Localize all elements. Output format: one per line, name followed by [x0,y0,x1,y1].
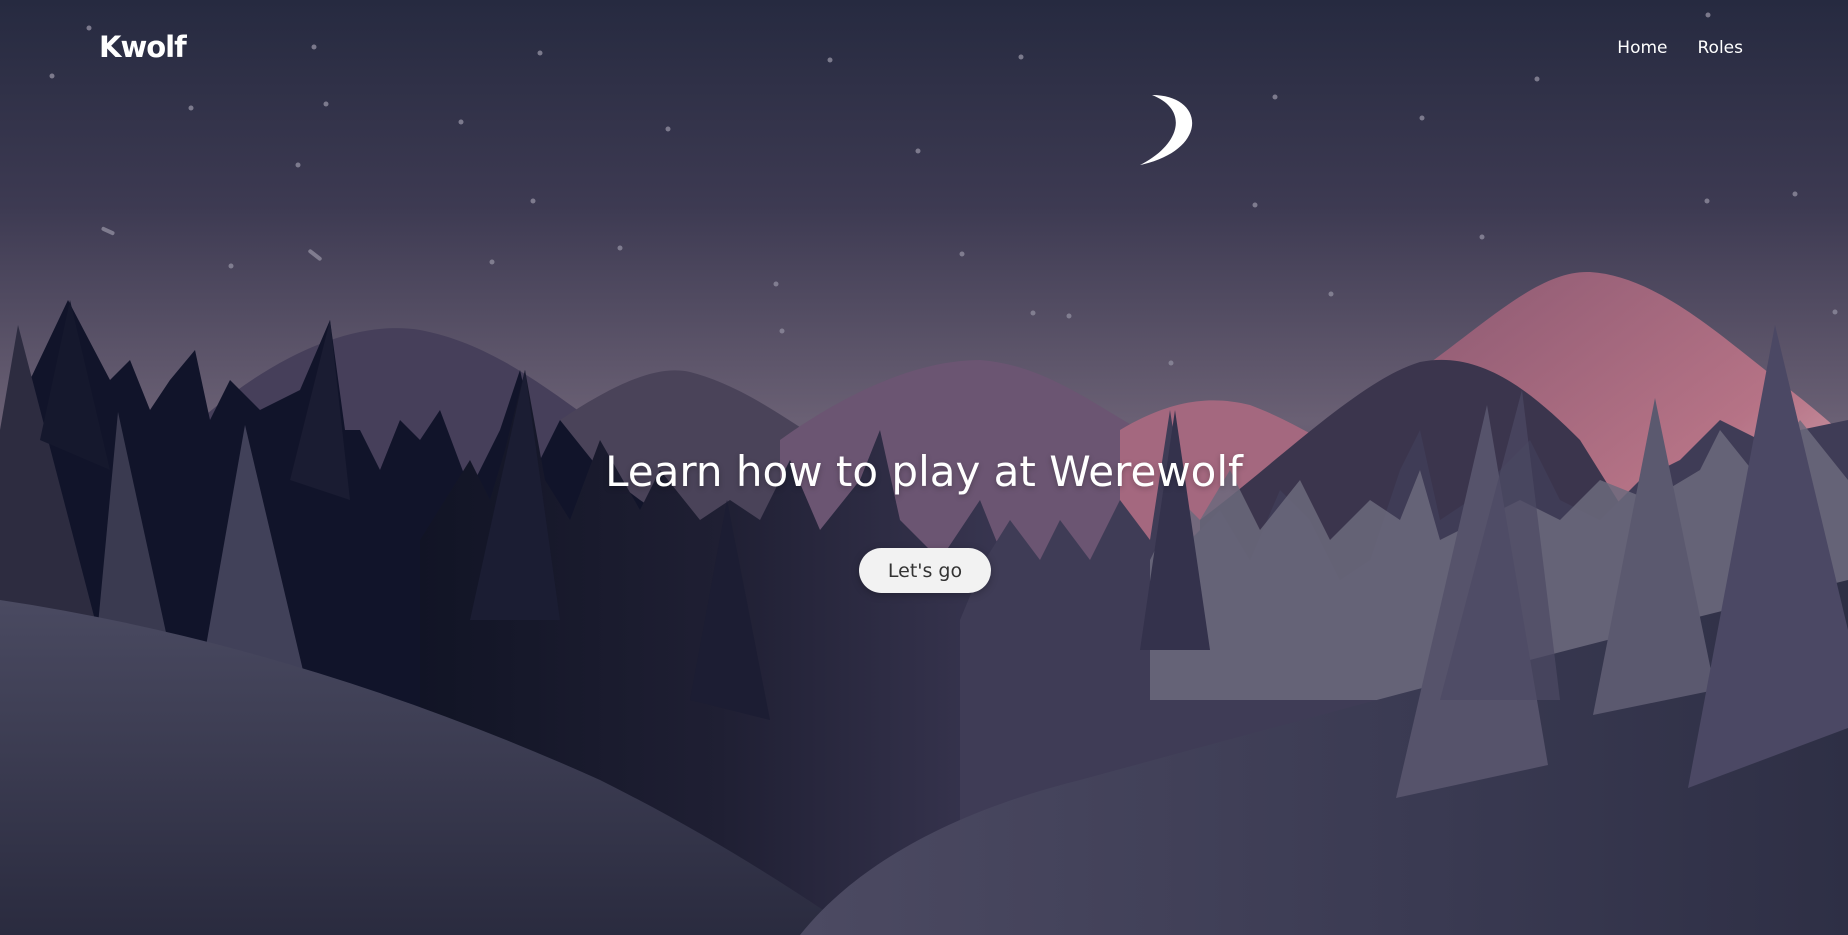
top-navigation: Kwolf Home Roles [0,0,1848,100]
nav-roles-link[interactable]: Roles [1698,38,1744,58]
site-logo[interactable]: Kwolf [99,30,187,64]
nav-home-link[interactable]: Home [1617,38,1667,58]
lets-go-button[interactable]: Let's go [859,548,991,593]
nav-menu: Home Roles [1617,38,1743,58]
hero-title: Learn how to play at Werewolf [605,447,1243,496]
